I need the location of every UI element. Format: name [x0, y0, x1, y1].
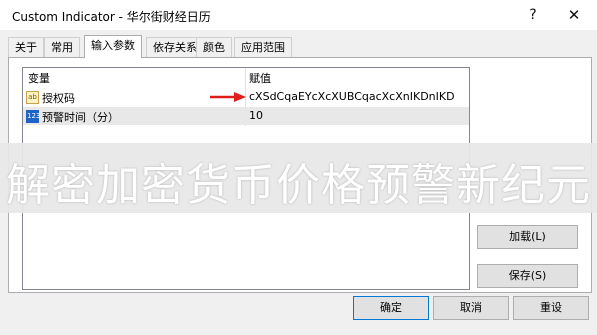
tab-about[interactable]: 关于: [8, 37, 44, 57]
load-button[interactable]: 加载(L): [477, 225, 578, 249]
tab-colors[interactable]: 颜色: [196, 37, 232, 57]
red-arrow-icon: [210, 92, 246, 102]
ok-button[interactable]: 确定: [353, 296, 429, 320]
cancel-button[interactable]: 取消: [433, 296, 509, 320]
grid-header: 变量 赋值: [23, 68, 469, 86]
tab-common[interactable]: 常用: [44, 37, 80, 57]
param-value[interactable]: 10: [249, 109, 263, 122]
banner-text: 解密加密货币价格预警新纪元: [6, 160, 591, 211]
string-type-icon: ab: [26, 91, 39, 104]
param-name: 预警时间（分）: [42, 111, 119, 124]
number-type-icon: 123: [26, 110, 40, 123]
param-value[interactable]: cXSdCqaEYcXcXUBCqacXcXnIKDnIKD: [249, 90, 455, 103]
window-title: Custom Indicator - 华尔街财经日历: [12, 10, 211, 24]
overlay-banner: 解密加密货币价格预警新纪元: [0, 143, 597, 213]
title-bar[interactable]: Custom Indicator - 华尔街财经日历 ? ✕: [0, 0, 597, 30]
reset-button[interactable]: 重设: [513, 296, 589, 320]
param-name: 授权码: [42, 92, 75, 105]
close-button[interactable]: ✕: [560, 4, 588, 26]
help-button[interactable]: ?: [519, 4, 547, 26]
save-button[interactable]: 保存(S): [477, 264, 578, 288]
tab-scope[interactable]: 应用范围: [234, 37, 292, 57]
tab-inputs[interactable]: 输入参数: [84, 35, 142, 58]
custom-indicator-window: Custom Indicator - 华尔街财经日历 ? ✕ 关于 常用 输入参…: [0, 0, 597, 335]
column-value: 赋值: [249, 72, 271, 85]
table-row[interactable]: 123 预警时间（分） 10: [23, 107, 469, 125]
column-variable: 变量: [28, 72, 50, 85]
